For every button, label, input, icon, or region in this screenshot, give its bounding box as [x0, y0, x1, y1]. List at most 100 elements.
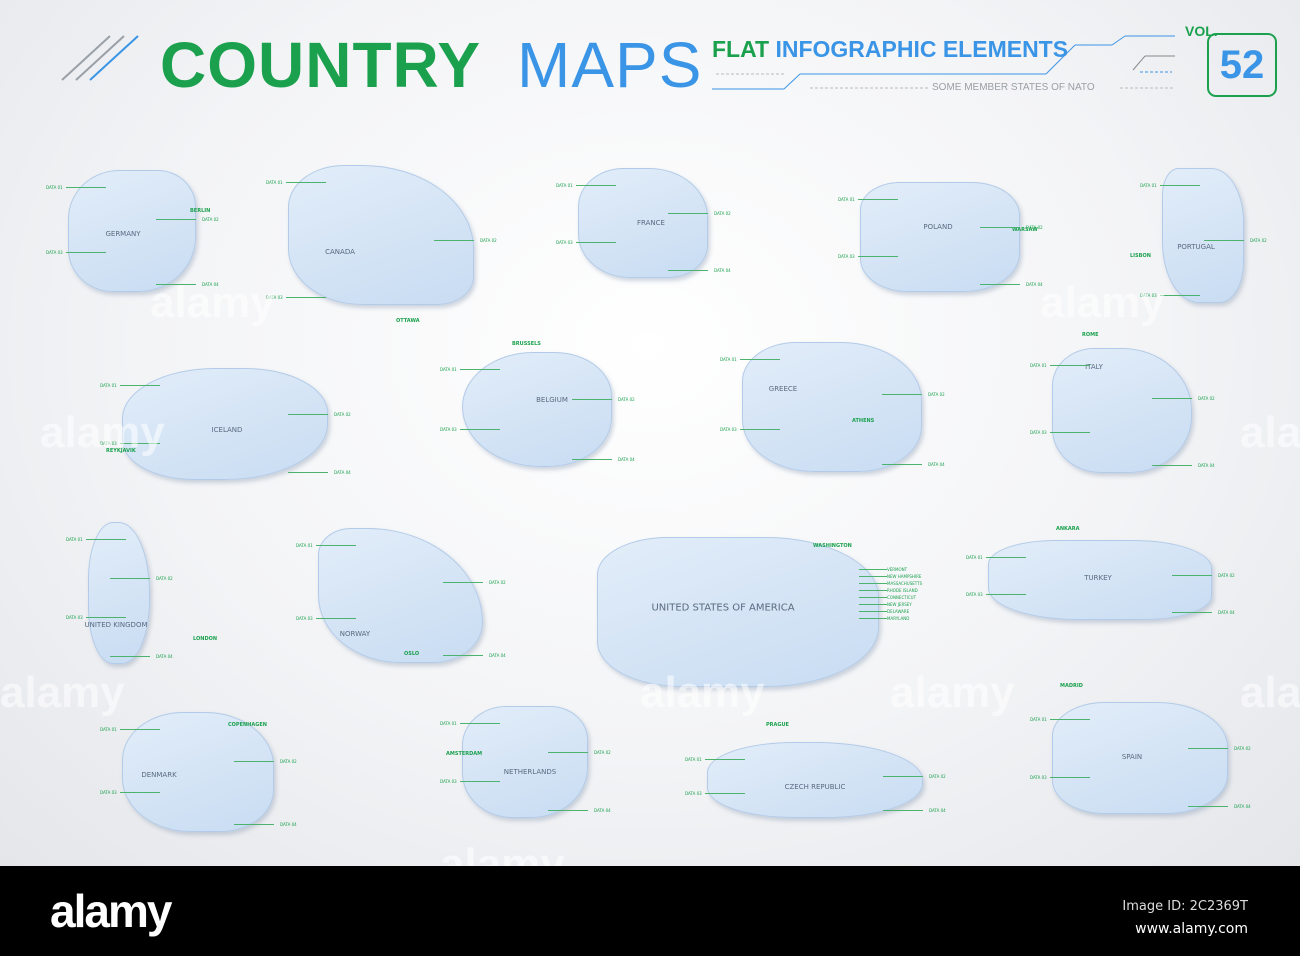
country-shape [1162, 168, 1244, 303]
data-label: DATA 04 [280, 822, 297, 827]
data-label: DATA 03 [440, 779, 457, 784]
leader-line [705, 793, 745, 794]
leader-line [1152, 465, 1192, 466]
leader-line [740, 429, 780, 430]
data-label: DATA 03 [296, 616, 313, 622]
leader-line [576, 185, 616, 186]
capital-label: BERLIN [190, 208, 211, 214]
watermark: alamy [1240, 408, 1300, 457]
leader-line [572, 399, 612, 400]
country-shape [318, 528, 483, 663]
leader-line [1050, 777, 1090, 778]
footer-logo[interactable]: alamy [50, 884, 172, 938]
data-label: DATA 01 [266, 180, 283, 185]
data-label: CONNECTICUT [887, 595, 917, 600]
data-label: DATA 03 [720, 427, 737, 432]
leader-line [286, 182, 326, 183]
data-label: DATA 03 [556, 239, 573, 245]
data-label: DATA 04 [594, 808, 611, 813]
data-label: DATA 01 [440, 721, 457, 726]
country-name: UNITED STATES OF AMERICA [651, 602, 795, 614]
data-label: DATA 01 [1030, 363, 1047, 368]
leader-line [316, 618, 356, 620]
leader-line [572, 459, 612, 460]
data-label: DATA 04 [714, 268, 731, 273]
leader-line [1160, 295, 1200, 296]
data-label: DATA 01 [100, 727, 117, 732]
leader-line [86, 617, 126, 618]
leader-line [120, 385, 160, 386]
country-name: NORWAY [339, 630, 371, 638]
country-name: UNITED KINGDOM [84, 621, 148, 629]
leader-line [1152, 398, 1192, 400]
data-label: DATA 02 [334, 412, 351, 417]
capital-label: ANKARA [1056, 526, 1080, 532]
data-label: DATA 03 [1030, 775, 1047, 780]
leader-line [883, 776, 923, 777]
leader-line [859, 576, 887, 577]
data-label: DATA 02 [1218, 573, 1235, 579]
capital-label: MADRID [1060, 683, 1083, 689]
data-label: DATA 01 [46, 185, 63, 190]
data-label: VERMONT [887, 567, 908, 572]
leader-line [288, 414, 328, 415]
data-label: DATA 01 [440, 367, 457, 372]
title-country: COUNTRY [160, 29, 482, 101]
data-label: DATA 02 [1234, 746, 1251, 751]
leader-line [859, 583, 887, 584]
leader-line [460, 429, 500, 430]
subtitle-flat: FLAT [712, 36, 770, 62]
data-label: DATA 01 [100, 383, 117, 388]
data-label: DATA 02 [1250, 238, 1267, 243]
watermark: alamy [1240, 668, 1300, 717]
data-label: DATA 04 [156, 654, 173, 659]
data-label: MASSACHUSETTS [887, 581, 923, 586]
capital-label: ROME [1082, 332, 1099, 338]
data-label: DATA 03 [46, 249, 63, 255]
capital-label: PRAGUE [766, 722, 789, 728]
leader-line [443, 581, 483, 583]
leader-line [234, 824, 274, 825]
country-name: CANADA [325, 248, 355, 256]
leader-line [859, 597, 887, 598]
capital-label: COPENHAGEN [228, 722, 267, 728]
watermark: alamy [150, 278, 275, 327]
country-name: NETHERLANDS [503, 768, 557, 776]
leader-line [1050, 719, 1090, 720]
data-label: DATA 03 [66, 615, 83, 620]
leader-line [882, 464, 922, 465]
capital-label: OTTAWA [396, 318, 420, 324]
leader-line [86, 539, 126, 540]
capital-label: LISBON [1130, 253, 1151, 259]
leader-line [120, 792, 160, 794]
data-label: DATA 01 [838, 197, 855, 202]
title-maps: MAPS [517, 29, 703, 101]
leader-line [1172, 612, 1212, 613]
data-label: DATA 03 [440, 427, 457, 432]
data-label: DATA 03 [1030, 429, 1047, 435]
leader-line [156, 219, 196, 221]
leader-line [548, 752, 588, 753]
leader-line [986, 557, 1026, 558]
country-shape [742, 342, 922, 472]
country-shape [288, 165, 474, 305]
leader-line [980, 227, 1020, 229]
data-label: MARYLAND [887, 616, 910, 621]
leader-line [1188, 748, 1228, 749]
data-label: DATA 02 [618, 397, 635, 402]
leader-line [460, 781, 500, 782]
data-label: DATA 01 [66, 537, 83, 542]
leader-line [1160, 185, 1200, 186]
country-shape [88, 522, 150, 664]
leader-line [980, 284, 1020, 285]
data-label: DATA 04 [1234, 804, 1251, 809]
capital-label: WASHINGTON [813, 543, 852, 549]
leader-line [668, 213, 708, 215]
watermark: alamy [40, 408, 165, 457]
leader-line [1050, 365, 1090, 366]
watermark: alamy [890, 668, 1015, 717]
leader-line [858, 199, 898, 200]
country-name: SPAIN [1121, 753, 1143, 761]
footer-url[interactable]: www.alamy.com [1135, 921, 1248, 937]
data-label: DATA 02 [714, 211, 731, 217]
